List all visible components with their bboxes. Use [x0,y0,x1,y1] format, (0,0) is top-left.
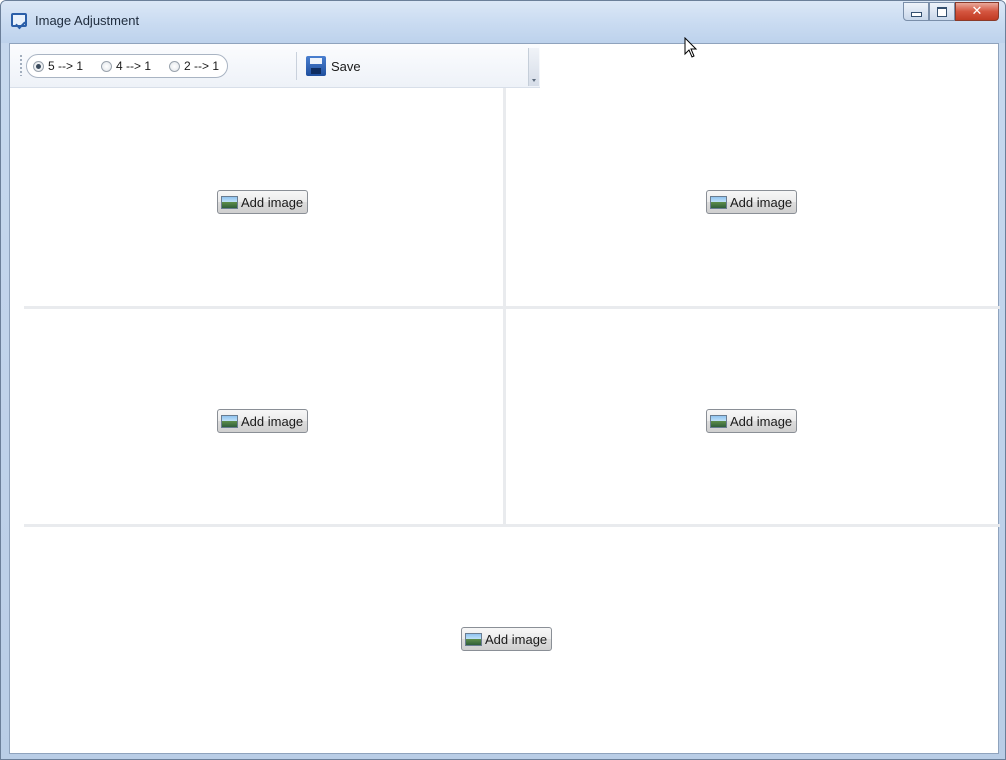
image-cell-top-right: Add image [506,90,1000,306]
image-icon [221,195,238,209]
toolbar-grip[interactable] [19,54,23,76]
ratio-radio-group: 5 --> 1 4 --> 1 2 --> 1 [26,54,229,78]
add-image-label: Add image [485,631,548,647]
image-icon [710,414,727,428]
add-image-button[interactable]: Add image [706,409,798,433]
toolbar-overflow-button[interactable] [528,48,539,86]
save-button[interactable]: Save [306,54,361,78]
app-window: Image Adjustment ✕ 5 --> 1 4 --> 1 2 -->… [0,0,1006,760]
radio-2-to-1[interactable]: 2 --> 1 [169,59,219,73]
radio-label: 5 --> 1 [48,59,84,73]
toolbar-separator [296,52,297,80]
toolbar: 5 --> 1 4 --> 1 2 --> 1 Save [10,44,540,88]
floppy-disk-icon [306,56,326,76]
mouse-cursor-icon [684,37,698,58]
add-image-button[interactable]: Add image [217,409,309,433]
maximize-button[interactable] [929,2,955,21]
title-bar[interactable]: Image Adjustment ✕ [1,1,1005,43]
maximize-icon [937,6,947,17]
radio-unchecked-icon [101,60,113,72]
image-cell-bottom: Add image [24,527,1000,753]
radio-4-to-1[interactable]: 4 --> 1 [101,59,151,73]
window-title: Image Adjustment [35,13,140,28]
caption-buttons: ✕ [903,2,999,22]
radio-label: 4 --> 1 [116,59,152,73]
save-label: Save [331,58,361,74]
add-image-label: Add image [241,413,304,429]
app-icon [11,13,27,27]
close-icon: ✕ [971,4,983,19]
add-image-button[interactable]: Add image [217,190,309,214]
radio-label: 2 --> 1 [184,59,220,73]
radio-5-to-1[interactable]: 5 --> 1 [33,59,83,73]
add-image-label: Add image [241,194,304,210]
image-cell-middle-left: Add image [24,309,503,524]
image-cell-middle-right: Add image [506,309,1000,524]
close-button[interactable]: ✕ [955,2,999,21]
add-image-button[interactable]: Add image [461,627,553,651]
image-icon [465,632,482,646]
image-icon [221,414,238,428]
image-cell-top-left: Add image [24,90,503,306]
minimize-button[interactable] [903,2,929,21]
radio-unchecked-icon [169,60,181,72]
image-icon [710,195,727,209]
client-area: 5 --> 1 4 --> 1 2 --> 1 Save Add image A… [9,43,1000,754]
minimize-icon [910,12,922,17]
add-image-button[interactable]: Add image [706,190,798,214]
add-image-label: Add image [730,413,793,429]
add-image-label: Add image [730,194,793,210]
radio-checked-icon [33,60,44,72]
